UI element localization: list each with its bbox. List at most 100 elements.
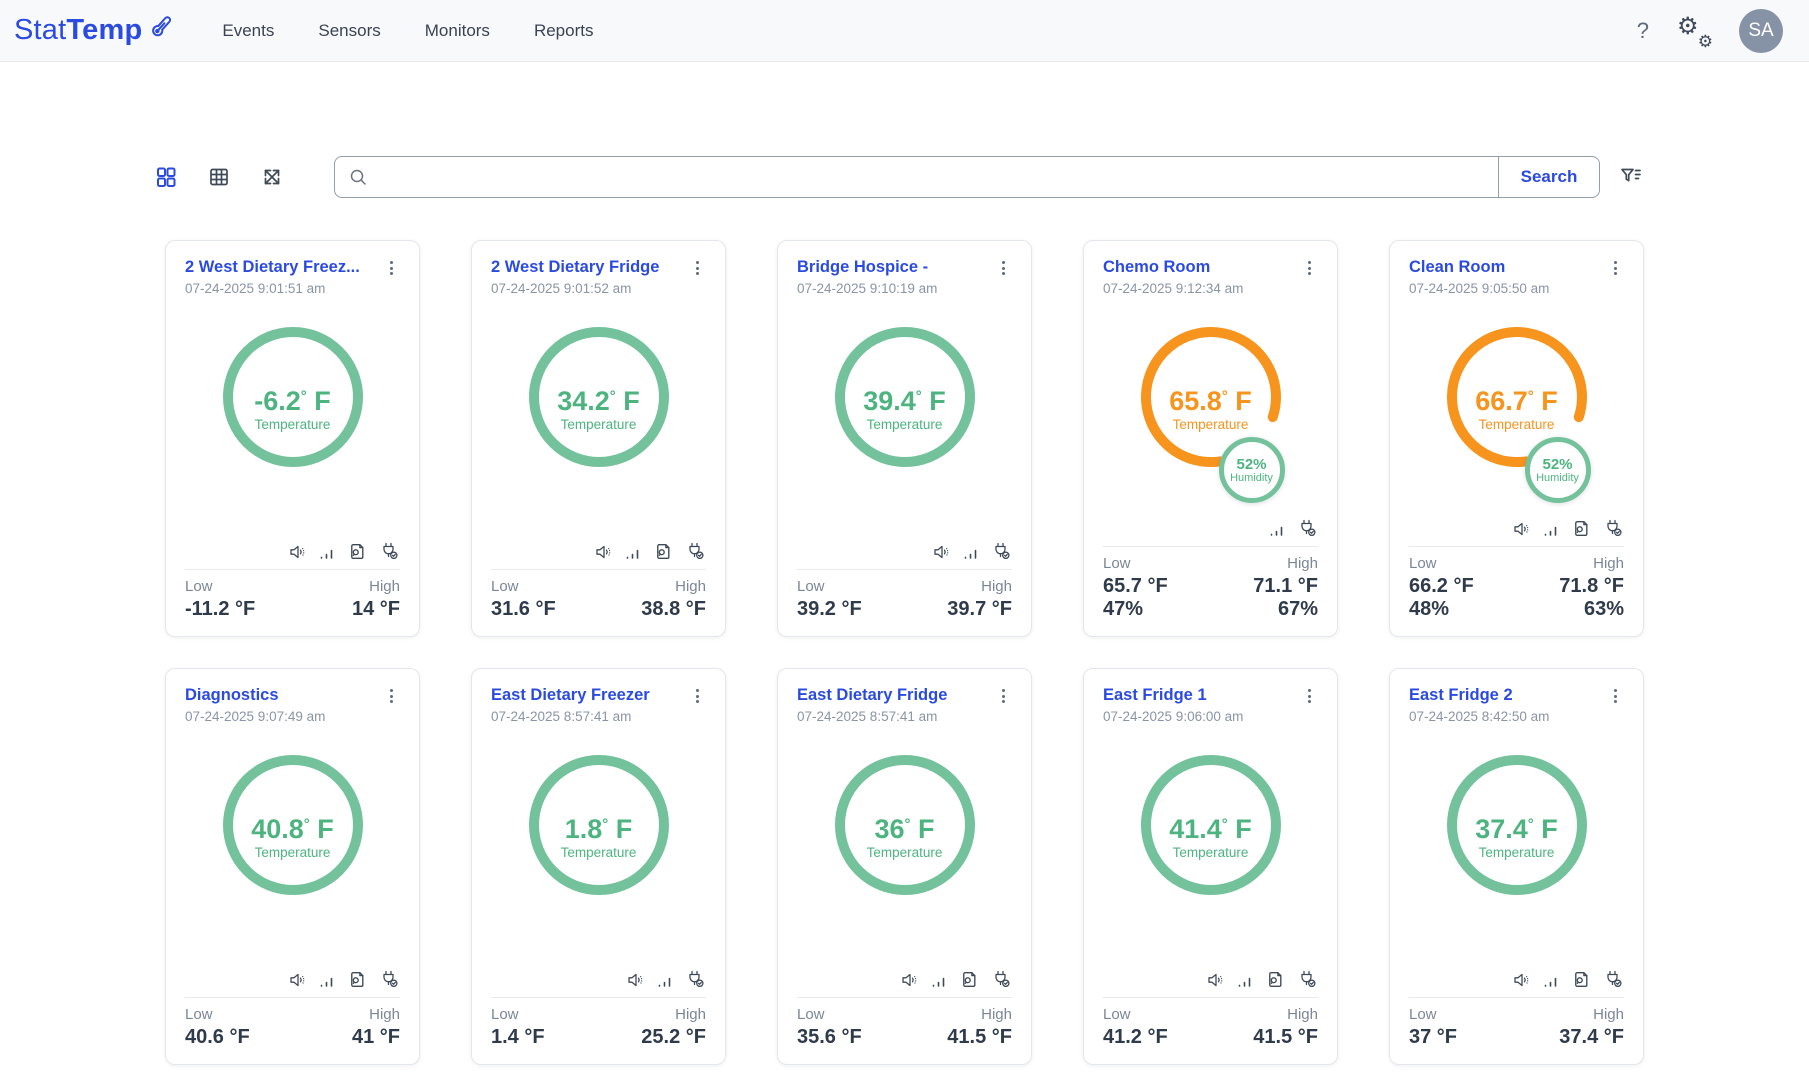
nav-item-monitors[interactable]: Monitors (425, 21, 490, 41)
sensor-status-icons (491, 968, 706, 990)
power-icon (990, 540, 1012, 562)
power-icon (1296, 517, 1318, 539)
help-icon[interactable]: ? (1637, 18, 1649, 44)
kebab-menu-icon[interactable] (1300, 258, 1318, 278)
user-avatar[interactable]: SA (1739, 9, 1783, 53)
sensor-card-timestamp: 07-24-2025 8:57:41 am (797, 709, 1012, 724)
kebab-menu-icon[interactable] (1300, 686, 1318, 706)
temperature-gauge: 36° F Temperature (797, 750, 1012, 928)
nav-item-events[interactable]: Events (222, 21, 274, 41)
low-high-values: 65.7 °F 71.1 °F (1103, 575, 1318, 598)
sensor-card-timestamp: 07-24-2025 9:05:50 am (1409, 281, 1624, 296)
kebab-menu-icon[interactable] (688, 258, 706, 278)
sensor-card-title[interactable]: 2 West Dietary Freez... (185, 258, 376, 277)
high-value: 25.2 °F (641, 1026, 706, 1049)
card-header: East Fridge 1 (1103, 686, 1318, 706)
sensor-card-title[interactable]: Clean Room (1409, 258, 1600, 277)
signal-icon (319, 972, 335, 990)
sensor-status-icons (185, 968, 400, 990)
high-value: 41.5 °F (1253, 1026, 1318, 1049)
card-header: Chemo Room (1103, 258, 1318, 278)
sensor-card: East Fridge 1 07-24-2025 9:06:00 am 41.4… (1083, 668, 1338, 1065)
power-icon (990, 968, 1012, 990)
signal-icon (1269, 521, 1285, 539)
low-label: Low (1103, 1006, 1131, 1023)
kebab-menu-icon[interactable] (382, 686, 400, 706)
report-icon (346, 969, 367, 990)
footer-divider (1409, 997, 1624, 998)
high-value: 71.1 °F (1253, 575, 1318, 598)
card-header: 2 West Dietary Fridge (491, 258, 706, 278)
card-header: Bridge Hospice - (797, 258, 1012, 278)
search-input[interactable] (378, 157, 1498, 197)
low-high-labels: Low High (1103, 555, 1318, 572)
sensor-card-title[interactable]: Diagnostics (185, 686, 376, 705)
nav-item-sensors[interactable]: Sensors (318, 21, 380, 41)
kebab-menu-icon[interactable] (382, 258, 400, 278)
sensor-card: East Dietary Fridge 07-24-2025 8:57:41 a… (777, 668, 1032, 1065)
settings-gears-icon[interactable]: ⚙⚙ (1677, 14, 1711, 48)
sensor-card: Diagnostics 07-24-2025 9:07:49 am 40.8° … (165, 668, 420, 1065)
brand-logo[interactable]: StatTemp (14, 13, 176, 49)
high-value: 41.5 °F (947, 1026, 1012, 1049)
footer-divider (797, 569, 1012, 570)
sensor-status-icons (797, 540, 1012, 562)
temperature-gauge: 65.8° F Temperature 52% Humidity (1103, 322, 1318, 500)
kebab-menu-icon[interactable] (994, 258, 1012, 278)
low-value: 41.2 °F (1103, 1026, 1168, 1049)
high-label: High (369, 578, 400, 595)
low-humidity-value: 48% (1409, 598, 1449, 621)
card-header: 2 West Dietary Freez... (185, 258, 400, 278)
low-label: Low (1409, 1006, 1437, 1023)
high-label: High (369, 1006, 400, 1023)
kebab-menu-icon[interactable] (1606, 686, 1624, 706)
humidity-gauge: 52% Humidity (1525, 437, 1591, 503)
sensor-card-title[interactable]: East Dietary Freezer (491, 686, 682, 705)
search-button[interactable]: Search (1498, 157, 1599, 197)
temperature-gauge: 1.8° F Temperature (491, 750, 706, 928)
card-header: East Fridge 2 (1409, 686, 1624, 706)
sensor-card-title[interactable]: Chemo Room (1103, 258, 1294, 277)
card-footer: Low High 41.2 °F 41.5 °F (1103, 968, 1318, 1049)
grid-view-icon[interactable] (153, 164, 179, 190)
footer-divider (1409, 546, 1624, 547)
brand-logo-stat: Stat (14, 14, 66, 47)
search-icon (348, 167, 368, 187)
volume-icon (287, 970, 308, 990)
table-view-icon[interactable] (206, 164, 232, 190)
kebab-menu-icon[interactable] (994, 686, 1012, 706)
sensor-card-timestamp: 07-24-2025 8:42:50 am (1409, 709, 1624, 724)
signal-icon (1237, 972, 1253, 990)
sensor-card-title[interactable]: East Dietary Fridge (797, 686, 988, 705)
humidity-label: Humidity (1230, 472, 1273, 484)
nav-item-reports[interactable]: Reports (534, 21, 594, 41)
card-footer: Low High 35.6 °F 41.5 °F (797, 968, 1012, 1049)
sensor-card-title[interactable]: Bridge Hospice - (797, 258, 988, 277)
volume-icon (1205, 970, 1226, 990)
expand-view-icon[interactable] (259, 164, 285, 190)
signal-icon (625, 544, 641, 562)
low-label: Low (491, 578, 519, 595)
volume-icon (899, 970, 920, 990)
kebab-menu-icon[interactable] (1606, 258, 1624, 278)
low-label: Low (185, 578, 213, 595)
kebab-menu-icon[interactable] (688, 686, 706, 706)
high-value: 41 °F (352, 1026, 400, 1049)
sensor-card: Clean Room 07-24-2025 9:05:50 am 66.7° F… (1389, 240, 1644, 637)
temperature-gauge: -6.2° F Temperature (185, 322, 400, 500)
filter-icon[interactable] (1618, 164, 1644, 190)
low-label: Low (797, 578, 825, 595)
report-icon (1570, 518, 1591, 539)
high-label: High (1593, 1006, 1624, 1023)
high-humidity-value: 67% (1278, 598, 1318, 621)
card-footer: Low High 65.7 °F 71.1 °F 47% 67% (1103, 517, 1318, 621)
sensor-card-title[interactable]: 2 West Dietary Fridge (491, 258, 682, 277)
low-value: 39.2 °F (797, 598, 862, 621)
sensor-card-title[interactable]: East Fridge 2 (1409, 686, 1600, 705)
high-humidity-value: 63% (1584, 598, 1624, 621)
sensor-card: East Dietary Freezer 07-24-2025 8:57:41 … (471, 668, 726, 1065)
sensor-card: East Fridge 2 07-24-2025 8:42:50 am 37.4… (1389, 668, 1644, 1065)
low-label: Low (1103, 555, 1131, 572)
sensor-card-title[interactable]: East Fridge 1 (1103, 686, 1294, 705)
temperature-gauge: 40.8° F Temperature (185, 750, 400, 928)
